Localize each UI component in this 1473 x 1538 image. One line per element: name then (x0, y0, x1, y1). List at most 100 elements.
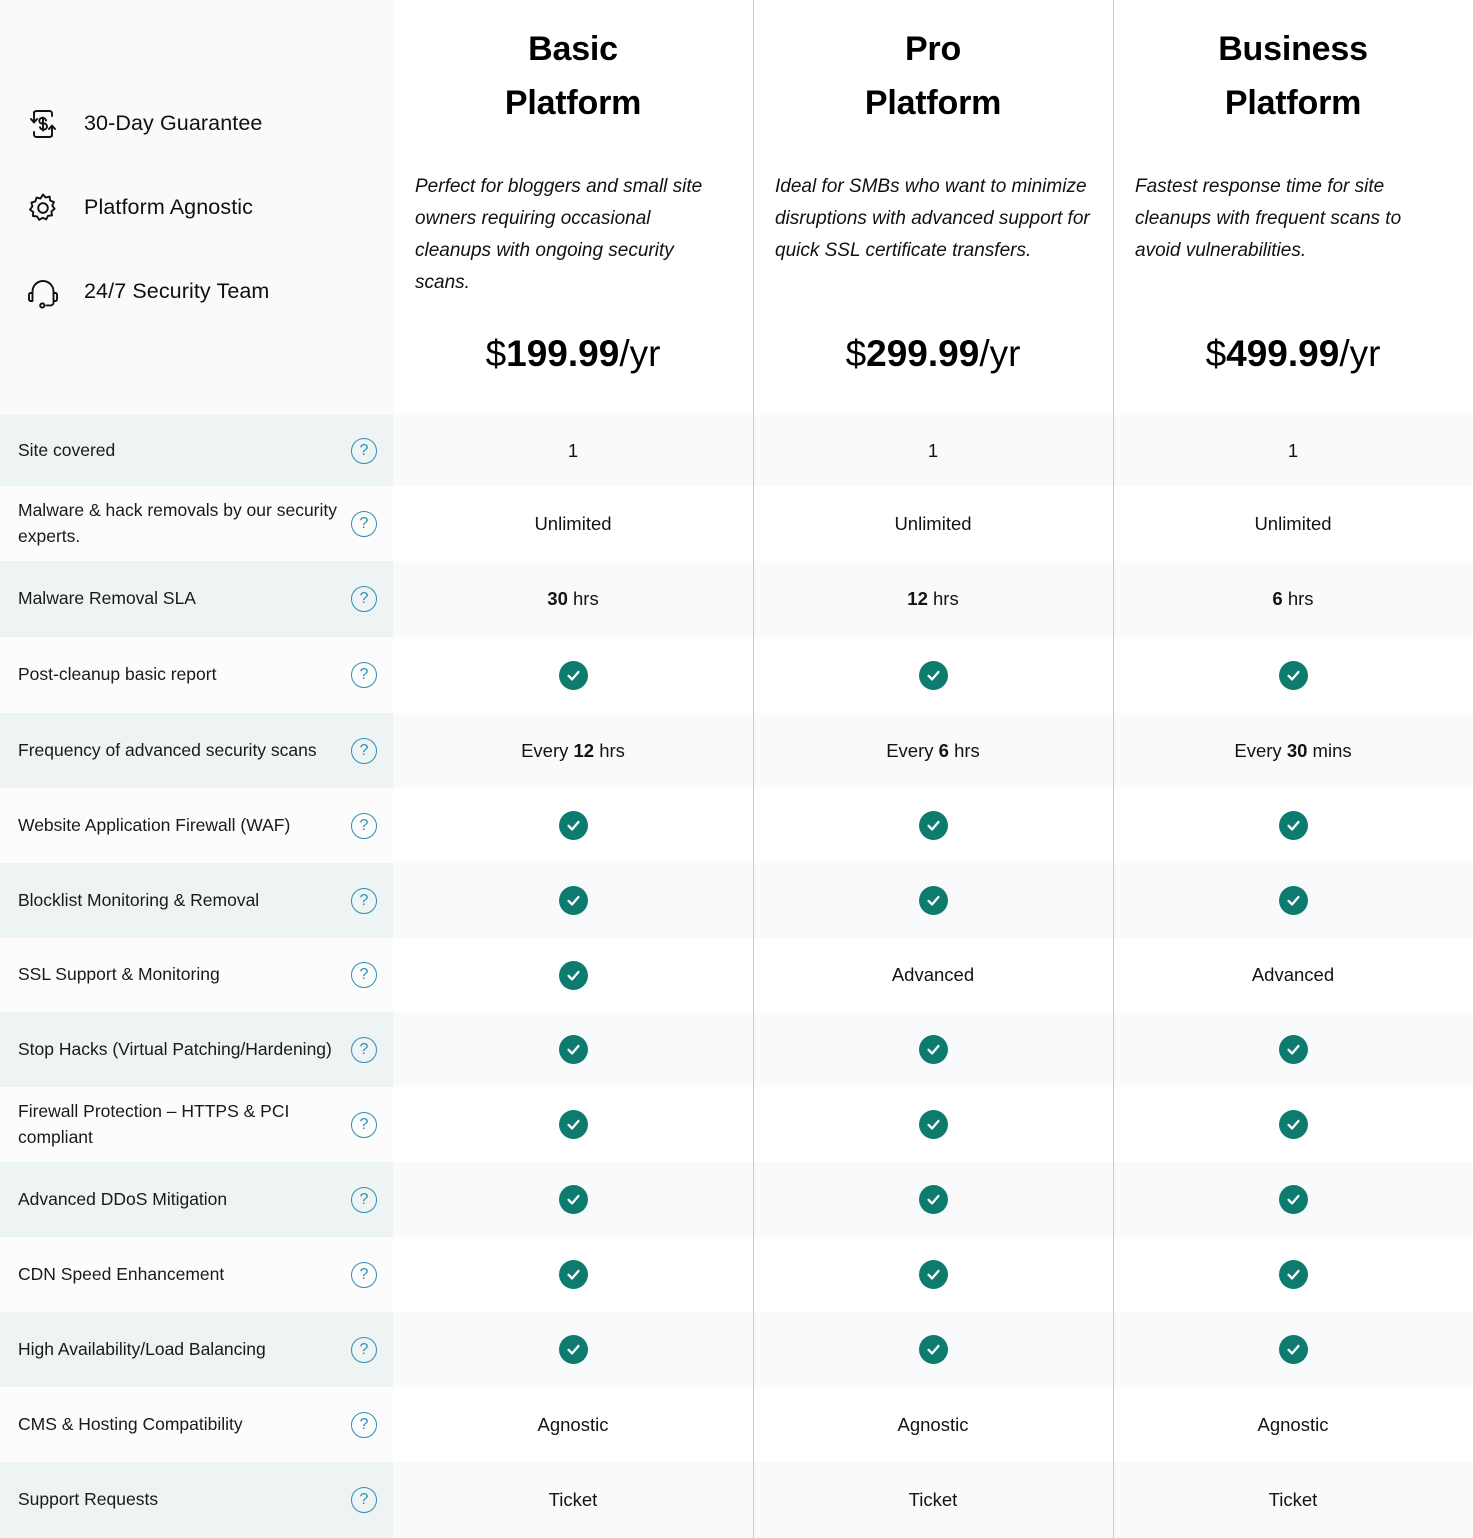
check-icon (558, 1185, 588, 1214)
plan-value-cell: Ticket (753, 1462, 1113, 1538)
plan-value-text: 30 hrs (547, 588, 598, 610)
plan-value-cell: Unlimited (1113, 486, 1473, 561)
plan-value-cell (393, 788, 753, 863)
help-icon[interactable]: ? (351, 662, 377, 688)
feature-label: Post-cleanup basic report (18, 664, 217, 685)
feature-label: Website Application Firewall (WAF) (18, 814, 291, 835)
help-icon[interactable]: ? (351, 510, 377, 537)
price-currency: $ (845, 333, 867, 374)
value-prefix: Every (886, 739, 939, 761)
plan-value-text: Agnostic (537, 1413, 609, 1435)
feature-rows: Site covered? Malware & hack removals by … (0, 415, 393, 1538)
help-icon[interactable]: ? (351, 737, 377, 764)
plan-value-cell (1113, 1087, 1473, 1162)
plan-title-line2: Platform (1224, 84, 1362, 123)
price-period: /yr (619, 333, 661, 374)
check-icon (918, 1260, 948, 1289)
help-icon[interactable]: ? (351, 887, 377, 914)
check-icon (918, 886, 948, 915)
plan-value-cell: Advanced (753, 938, 1113, 1012)
help-icon[interactable]: ? (351, 1261, 377, 1288)
plan-value-text: 1 (567, 439, 579, 461)
plan-value-cell: Agnostic (393, 1387, 753, 1462)
check-icon (918, 1335, 948, 1364)
value-strong: 6 (1272, 588, 1283, 609)
check-icon (918, 1185, 948, 1214)
plan-value-cell: Agnostic (753, 1387, 1113, 1462)
plan-value-cell (1113, 788, 1473, 863)
plan-description: Perfect for bloggers and small site owne… (415, 175, 703, 293)
help-icon[interactable]: ? (351, 437, 377, 464)
plan-value-cell: Ticket (1113, 1462, 1473, 1538)
perk-label: 24/7 Security Team (84, 279, 270, 303)
help-icon[interactable]: ? (351, 812, 377, 839)
feature-row: Advanced DDoS Mitigation? (0, 1162, 393, 1237)
check-icon (1278, 811, 1308, 840)
check-icon (1278, 660, 1308, 690)
plan-column: Pro Platform Ideal for SMBs who want to mi… (753, 0, 1113, 1538)
help-icon[interactable]: ? (351, 1111, 377, 1138)
value-strong: 12 (907, 588, 928, 609)
plan-value-text: Agnostic (897, 1413, 969, 1435)
feature-label: Blocklist Monitoring & Removal (18, 889, 260, 910)
plan-column: Basic Platform Perfect for bloggers and sm… (393, 0, 753, 1538)
feature-row: Firewall Protection – HTTPS & PCI compli… (0, 1087, 393, 1162)
perk-item: Platform Agnostic (22, 187, 393, 229)
plan-title-line1: Business (1218, 30, 1368, 68)
plan-value-cell (393, 1237, 753, 1312)
plan-value-cell: Unlimited (393, 486, 753, 561)
feature-label: Frequency of advanced security scans (18, 739, 317, 760)
plan-title-line1: Basic (528, 30, 618, 68)
plan-header: Business Platform Fastest response time fo… (1113, 0, 1473, 415)
value-suffix: hrs (1282, 588, 1314, 609)
feature-row: Website Application Firewall (WAF)? (0, 788, 393, 863)
plan-value-cell: Ticket (393, 1462, 753, 1538)
check-icon (1278, 1260, 1308, 1289)
plan-value-text: Unlimited (1254, 512, 1332, 534)
plan-value-cell (1113, 863, 1473, 938)
check-icon (1278, 886, 1308, 915)
price-amount: 299.99 (866, 333, 980, 374)
feature-row: CMS & Hosting Compatibility? (0, 1387, 393, 1462)
plan-value-cell: 1 (753, 415, 1113, 486)
pricing-comparison-table: 30-Day Guarantee Platform Agnostic 24/7 Se… (0, 0, 1473, 1538)
check-icon (1278, 1110, 1308, 1139)
help-icon[interactable]: ? (351, 1186, 377, 1213)
feature-row: SSL Support & Monitoring? (0, 938, 393, 1012)
help-icon[interactable]: ? (351, 1411, 377, 1438)
help-icon[interactable]: ? (351, 1036, 377, 1063)
plan-value-text: Ticket (548, 1489, 598, 1510)
help-icon[interactable]: ? (351, 1487, 377, 1513)
price-period: /yr (979, 333, 1021, 374)
plan-value-cell (753, 1087, 1113, 1162)
plan-value-cells: 1 Unlimited 12 hrs Every 6 hrs Advanced Agnos… (753, 415, 1113, 1538)
plan-title: Business Platform (1135, 22, 1451, 131)
feature-label: SSL Support & Monitoring (18, 964, 220, 985)
plan-value-text: Advanced (891, 964, 975, 985)
plan-header: Basic Platform Perfect for bloggers and sm… (393, 0, 753, 415)
plan-title-line2: Platform (504, 84, 642, 123)
plan-value-cells: 1 Unlimited 30 hrs Every 12 hrs Agnostic Tick… (393, 415, 753, 1538)
help-icon[interactable]: ? (351, 1336, 377, 1363)
check-icon (918, 1110, 948, 1139)
help-icon[interactable]: ? (351, 586, 377, 612)
plan-value-cell: 30 hrs (393, 561, 753, 637)
feature-label: Advanced DDoS Mitigation (18, 1188, 228, 1209)
plan-value-cell: Every 12 hrs (393, 713, 753, 788)
value-strong: 30 (1286, 739, 1308, 761)
plan-value-text: 1 (927, 439, 939, 461)
plan-value-cell: 6 hrs (1113, 561, 1473, 637)
plan-value-cell (393, 863, 753, 938)
check-icon (558, 660, 588, 690)
plan-value-cell (1113, 1162, 1473, 1237)
help-icon[interactable]: ? (351, 962, 377, 988)
plan-value-cell: Every 30 mins (1113, 713, 1473, 788)
plan-value-cell: Every 6 hrs (753, 713, 1113, 788)
plan-value-text: 6 hrs (1272, 588, 1313, 610)
plan-price: $499.99/yr (1135, 335, 1451, 372)
perk-label: Platform Agnostic (84, 195, 253, 219)
perks-list: 30-Day Guarantee Platform Agnostic 24/7 Se… (0, 0, 393, 415)
check-icon (558, 886, 588, 915)
gear-icon (22, 187, 64, 229)
feature-row: Malware & hack removals by our security … (0, 486, 393, 561)
